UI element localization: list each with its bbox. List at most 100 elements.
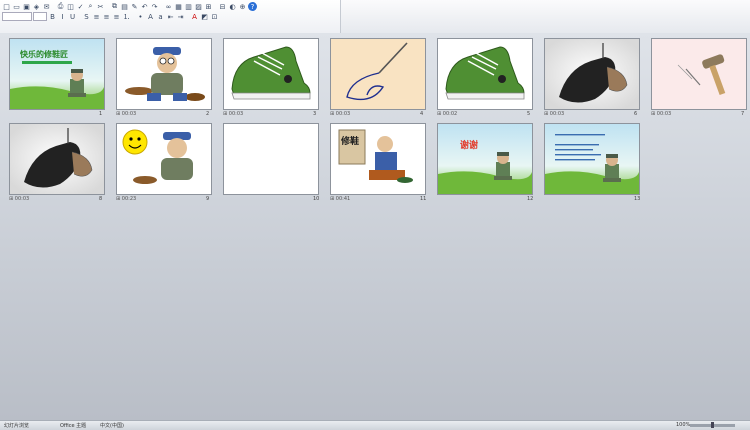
slide-number: 3 [313, 111, 317, 117]
print-icon[interactable]: ⎙ [56, 2, 65, 11]
redo-icon[interactable]: ↷ [150, 2, 159, 11]
increase-indent-icon[interactable]: ⇥ [176, 12, 185, 21]
slide-thumbnail[interactable] [437, 38, 533, 110]
slide-artwork [545, 124, 639, 194]
slide-timing: ⊞ 00:41 [330, 196, 351, 202]
slide-timing: ⊞ 00:03 [116, 111, 137, 117]
toolbar-group: □ ▭ ▣ ◈ ✉ ⎙ ◫ ✓ ⌕ ✂ ⧉ ▤ ✎ ↶ ↷ ∞ ▦ ▥ ▨ ⊞ ⊟ ◐ ⊕? B I U S ≡ ≡ ≡ ⒈ • Aa ⇤ ⇥ A ◩… [0, 0, 341, 33]
slide-artwork [117, 39, 211, 109]
slide-artwork [10, 124, 104, 194]
decrease-indent-icon[interactable]: ⇤ [166, 12, 175, 21]
font-name-box[interactable] [2, 12, 32, 21]
permission-icon[interactable]: ◈ [32, 2, 41, 11]
underline-icon[interactable]: U [68, 12, 77, 21]
new-icon[interactable]: □ [2, 2, 11, 11]
format-painter-icon[interactable]: ✎ [130, 2, 139, 11]
undo-icon[interactable]: ↶ [140, 2, 149, 11]
slide-thumbnail[interactable]: 谢谢 [437, 123, 533, 195]
slide-timing: ⊞ 00:23 [116, 196, 137, 202]
cut-icon[interactable]: ✂ [96, 2, 105, 11]
slide-timing: ⊞ 00:03 [544, 111, 565, 117]
shadow-icon[interactable]: S [82, 12, 91, 21]
slide-timing: ⊞ 00:03 [223, 111, 244, 117]
slide-number: 5 [527, 111, 531, 117]
expand-icon[interactable]: ⊞ [204, 2, 213, 11]
spelling-icon[interactable]: ✓ [76, 2, 85, 11]
slide-thumbnail[interactable] [544, 38, 640, 110]
toolbar-separator [106, 2, 109, 11]
toolbar-separator [160, 2, 163, 11]
numbering-icon[interactable]: ⒈ [122, 12, 131, 21]
design-icon[interactable]: ◩ [200, 12, 209, 21]
collapse-icon[interactable]: ⊟ [218, 2, 227, 11]
email-icon[interactable]: ✉ [42, 2, 51, 11]
italic-icon[interactable]: I [58, 12, 67, 21]
slide-thumbnail[interactable] [544, 123, 640, 195]
slide-thumbnail[interactable] [116, 38, 212, 110]
slide-number: 12 [527, 196, 534, 202]
align-right-icon[interactable]: ≡ [112, 12, 121, 21]
slide-artwork [224, 39, 318, 109]
copy-icon[interactable]: ⧉ [110, 2, 119, 11]
increase-font-icon[interactable]: A [146, 12, 155, 21]
theme-label: Office 主题 [60, 423, 87, 429]
language-label: 中文(中国) [100, 423, 124, 429]
chart-icon[interactable]: ▥ [184, 2, 193, 11]
slide-timing: ⊞ 00:02 [437, 111, 458, 117]
slide-sorter-pane[interactable]: 快乐的修鞋匠 1 ⊞ 00:03 2 ⊞ 00:03 3 ⊞ 00:03 4 ⊞ 00:02 5 ⊞… [0, 33, 750, 420]
standard-toolbar-row: □ ▭ ▣ ◈ ✉ ⎙ ◫ ✓ ⌕ ✂ ⧉ ▤ ✎ ↶ ↷ ∞ ▦ ▥ ▨ ⊞ ⊟ ◐ ⊕? [2, 2, 257, 12]
slide-timing: ⊞ 00:03 [330, 111, 351, 117]
slide-thumbnail[interactable] [223, 123, 319, 195]
toolbar-separator [52, 2, 55, 11]
slide-artwork [331, 39, 425, 109]
slide-thumbnail[interactable]: 修鞋 [330, 123, 426, 195]
slide-artwork: 谢谢 [438, 124, 532, 194]
slide-number: 1 [99, 111, 103, 117]
slide-number: 6 [634, 111, 638, 117]
insert-picture-icon[interactable]: ▨ [194, 2, 203, 11]
center-icon[interactable]: ≡ [102, 12, 111, 21]
slide-artwork: 快乐的修鞋匠 [10, 39, 104, 109]
slide-number: 8 [99, 196, 103, 202]
research-icon[interactable]: ⌕ [86, 2, 95, 11]
slide-thumbnail[interactable] [116, 123, 212, 195]
print-preview-icon[interactable]: ◫ [66, 2, 75, 11]
view-label: 幻灯片浏览 [4, 423, 30, 429]
slide-number: 2 [206, 111, 210, 117]
slide-thumbnail[interactable]: 快乐的修鞋匠 [9, 38, 105, 110]
slide-number: 4 [420, 111, 424, 117]
open-icon[interactable]: ▭ [12, 2, 21, 11]
zoom-slider[interactable] [690, 422, 735, 428]
paste-icon[interactable]: ▤ [120, 2, 129, 11]
slide-number: 13 [634, 196, 641, 202]
zoom-slider-thumb[interactable] [711, 422, 714, 428]
toolbar-separator [132, 12, 135, 21]
decrease-font-icon[interactable]: a [156, 12, 165, 21]
bold-icon[interactable]: B [48, 12, 57, 21]
table-icon[interactable]: ▦ [174, 2, 183, 11]
slide-thumbnail[interactable] [330, 38, 426, 110]
help-icon[interactable]: ? [248, 2, 257, 11]
zoom-icon[interactable]: ⊕ [238, 2, 247, 11]
toolbar-separator [186, 12, 189, 21]
save-icon[interactable]: ▣ [22, 2, 31, 11]
font-size-box[interactable] [33, 12, 47, 21]
toolbar: □ ▭ ▣ ◈ ✉ ⎙ ◫ ✓ ⌕ ✂ ⧉ ▤ ✎ ↶ ↷ ∞ ▦ ▥ ▨ ⊞ ⊟ ◐ ⊕? B I U S ≡ ≡ ≡ ⒈ • Aa ⇤ ⇥ A ◩… [0, 0, 750, 34]
slide-artwork: 修鞋 [331, 124, 425, 194]
formatting-toolbar-row: B I U S ≡ ≡ ≡ ⒈ • Aa ⇤ ⇥ A ◩ ⊡ [2, 12, 219, 22]
toolbar-separator [78, 12, 81, 21]
slide-number: 10 [313, 196, 320, 202]
slide-thumbnail[interactable] [651, 38, 747, 110]
new-slide-icon[interactable]: ⊡ [210, 12, 219, 21]
slide-artwork [117, 124, 211, 194]
slide-thumbnail[interactable] [223, 38, 319, 110]
font-color-icon[interactable]: A [190, 12, 199, 21]
grayscale-icon[interactable]: ◐ [228, 2, 237, 11]
align-left-icon[interactable]: ≡ [92, 12, 101, 21]
slide-thumbnail[interactable] [9, 123, 105, 195]
slide-number: 11 [420, 196, 427, 202]
zoom-level: 100% [676, 422, 691, 428]
hyperlink-icon[interactable]: ∞ [164, 2, 173, 11]
bullets-icon[interactable]: • [136, 12, 145, 21]
slide-artwork [545, 39, 639, 109]
